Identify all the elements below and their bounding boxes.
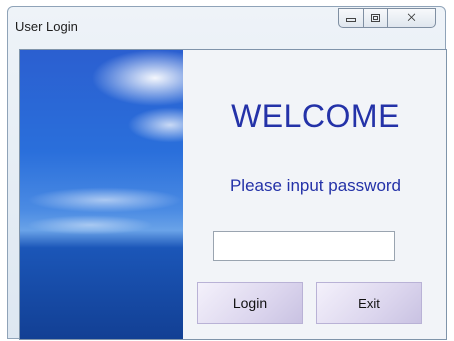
window-title: User Login (15, 19, 78, 34)
title-bar[interactable]: User Login ⨉ (8, 7, 445, 41)
close-icon: ⨉ (407, 12, 416, 24)
login-button[interactable]: Login (197, 282, 303, 324)
maximize-button[interactable] (364, 8, 388, 28)
minimize-icon (346, 18, 356, 22)
minimize-button[interactable] (338, 8, 364, 28)
welcome-heading: WELCOME (231, 98, 400, 134)
maximize-icon (371, 14, 380, 22)
password-prompt: Please input password (229, 176, 402, 195)
client-area: WELCOME Please input password Login Exit (19, 49, 447, 340)
password-input[interactable] (213, 231, 395, 261)
exit-button[interactable]: Exit (316, 282, 422, 324)
close-button[interactable]: ⨉ (388, 8, 436, 28)
sky-image (20, 50, 183, 339)
login-panel: WELCOME Please input password Login Exit (183, 50, 446, 339)
login-window: User Login ⨉ WELCOME Please input passwo… (7, 6, 447, 340)
